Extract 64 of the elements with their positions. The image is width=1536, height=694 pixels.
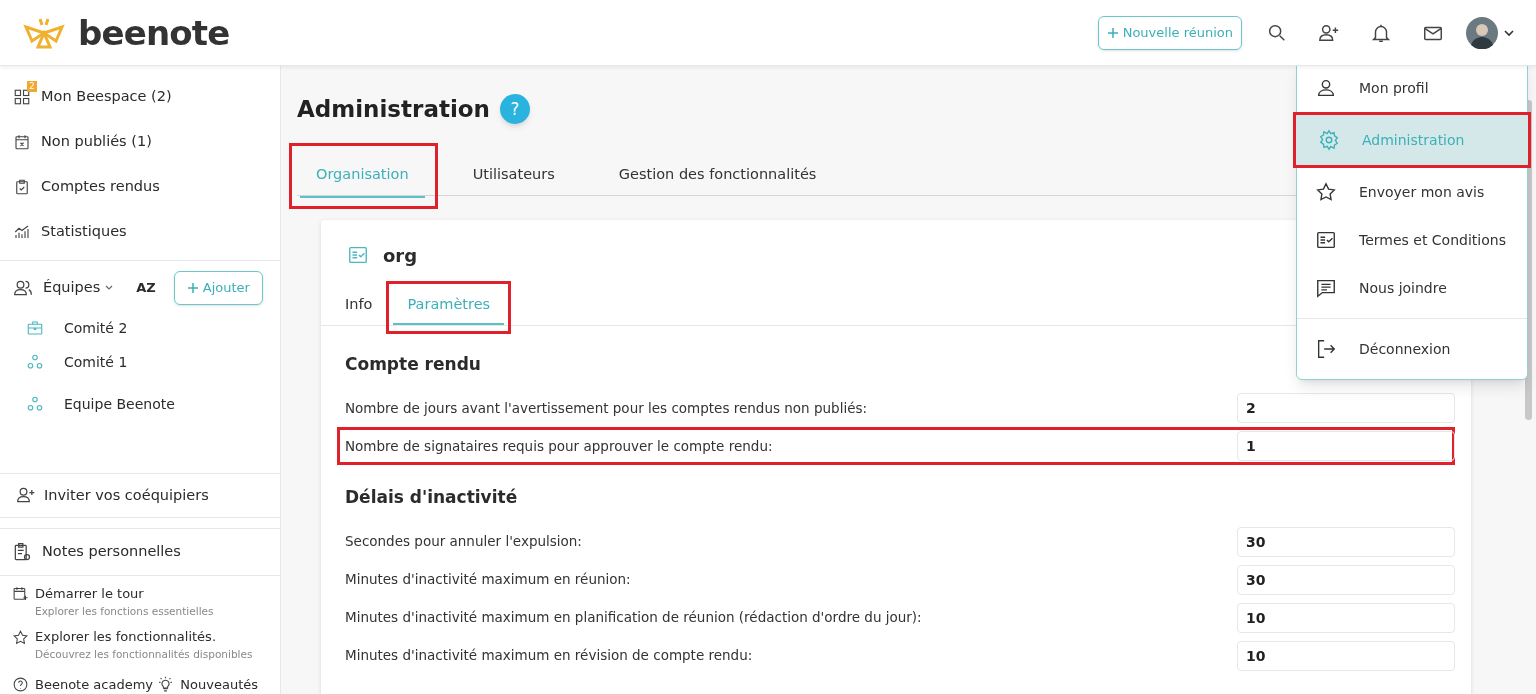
setting-label: Nombre de jours avant l'avertissement pour les comptes rendus non publiés: [345, 398, 868, 418]
number-field[interactable]: 2 [1237, 393, 1455, 423]
help-icon [12, 675, 29, 693]
number-field[interactable]: 10 [1237, 640, 1455, 671]
notes-link[interactable]: Notes personnelles [12, 541, 181, 563]
sidebar-link[interactable]: Comptes rendus [0, 164, 280, 209]
news-link[interactable]: Nouveautés [157, 674, 258, 694]
sort-button[interactable]: AZ [136, 278, 156, 298]
plus-icon [186, 282, 199, 294]
number-field[interactable]: 10 [1237, 602, 1455, 633]
setting-label: Minutes d'inactivité maximum en réunion: [345, 570, 631, 590]
lightbulb-icon [157, 675, 175, 693]
tour-title: Démarrer le tour [35, 585, 144, 603]
calendar-plus-icon [12, 585, 29, 603]
team-link[interactable]: Equipe Beenote [26, 379, 254, 429]
tab[interactable]: Info [331, 286, 387, 325]
menu-item[interactable]: Nous joindre [1297, 264, 1527, 312]
academy-link[interactable]: Beenote academy [12, 674, 154, 694]
setting-label: Minutes d'inactivité maximum en révision de compte rendu: [345, 646, 753, 666]
tour-subtitle: Explorer les fonctions essentielles [34, 603, 215, 619]
count-badge: 2 [27, 80, 37, 92]
calendar-icon [13, 132, 31, 151]
menu-item[interactable]: Envoyer mon avis [1297, 168, 1527, 216]
star-icon [12, 628, 29, 646]
tab[interactable]: Utilisateurs [456, 153, 571, 198]
menu-item[interactable]: Mon profil [1297, 64, 1527, 112]
setting-label: Secondes pour annuler l'expulsion: [345, 532, 582, 552]
setting-label: Minutes d'inactivité maximum en planification de réunion (rédaction d'ordre du jour): [345, 608, 922, 628]
team-dots-icon [26, 353, 44, 371]
page-title: Administration [297, 95, 490, 124]
clipboard-icon [13, 177, 31, 196]
teams-dropdown[interactable]: Équipes [43, 277, 115, 299]
menu-item[interactable]: Déconnexion [1297, 325, 1527, 373]
tour-title: Explorer les fonctionnalités. [35, 628, 217, 647]
organization-name: org [383, 243, 418, 268]
checklist-icon [1315, 229, 1337, 251]
team-dots-icon [26, 395, 44, 413]
plus-icon [1106, 26, 1119, 39]
invite-link[interactable]: Inviter vos coéquipiers [16, 484, 209, 507]
star-icon [1315, 181, 1337, 203]
setting-label: Nombre de signataires requis pour approuver le compte rendu: [345, 436, 773, 456]
message-icon [1315, 277, 1337, 299]
notes-icon [12, 542, 32, 562]
sidebar-link[interactable]: Statistiques [0, 209, 280, 254]
number-field[interactable]: 1 [1237, 431, 1455, 461]
brand-name: beenote [78, 15, 230, 50]
sidebar-link[interactable]: 2 Mon Beespace (2) [0, 74, 280, 119]
section-heading: Délais d'inactivité [345, 486, 519, 509]
settings-icon [1318, 129, 1340, 151]
team-link[interactable]: Comité 1 [26, 345, 254, 379]
logout-icon [1315, 338, 1337, 360]
sidebar-link[interactable]: Non publiés (1) [0, 119, 280, 164]
number-field[interactable]: 30 [1237, 564, 1455, 595]
grid-icon [13, 87, 31, 106]
menu-item[interactable]: Termes et Conditions [1297, 216, 1527, 264]
user-icon [1315, 77, 1337, 99]
briefcase-icon [26, 319, 44, 337]
team-link[interactable]: Comité 2 [26, 311, 254, 345]
tab[interactable]: Gestion des fonctionnalités [602, 153, 833, 198]
tour-subtitle: Découvrez les fonctionnalités disponibles [34, 646, 254, 662]
section-heading: Compte rendu [345, 352, 482, 376]
number-field[interactable]: 30 [1237, 526, 1455, 557]
avatar-icon[interactable] [1466, 16, 1498, 49]
people-icon [13, 278, 33, 298]
